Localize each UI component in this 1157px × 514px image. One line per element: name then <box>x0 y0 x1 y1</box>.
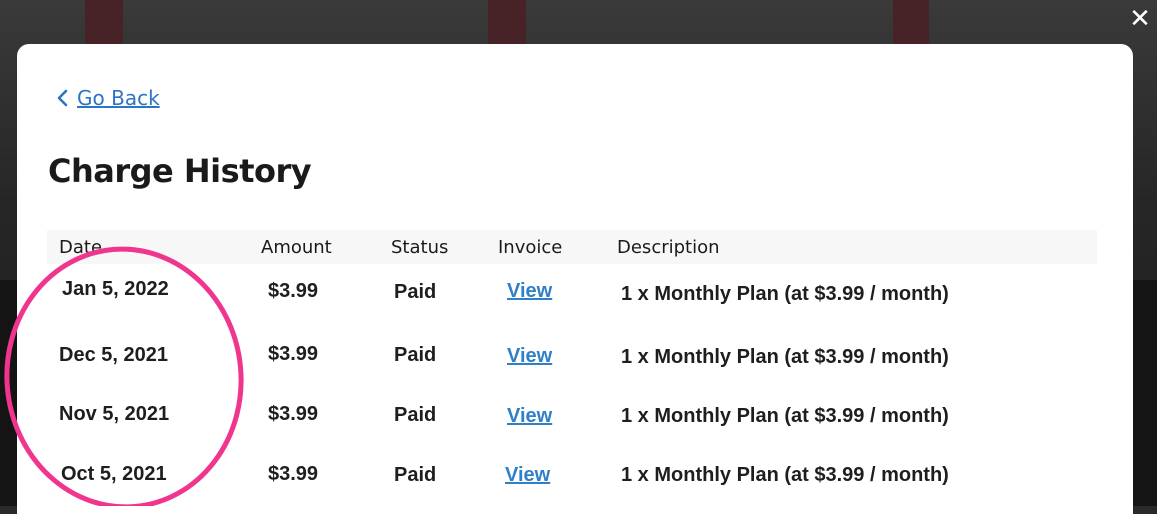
cell-amount: $3.99 <box>268 280 319 302</box>
cell-amount: $3.99 <box>268 343 319 365</box>
cell-description: 1 x Monthly Plan (at $3.99 / month) <box>621 405 949 427</box>
cell-date: Dec 5, 2021 <box>59 344 168 366</box>
column-header-amount: Amount <box>261 237 332 258</box>
cell-status: Paid <box>394 344 437 366</box>
chevron-left-icon <box>57 89 68 107</box>
cell-date: Oct 5, 2021 <box>61 463 167 485</box>
table-header-row <box>47 230 1097 264</box>
cell-status: Paid <box>394 281 437 303</box>
cell-amount: $3.99 <box>268 463 319 485</box>
background-thumbnail <box>85 0 123 46</box>
go-back-label: Go Back <box>77 86 160 110</box>
background-thumbnail <box>893 0 929 46</box>
cell-status: Paid <box>394 464 437 486</box>
column-header-invoice: Invoice <box>498 237 563 258</box>
cell-amount: $3.99 <box>268 403 319 425</box>
charge-history-modal: Go Back Charge History Date Amount Statu… <box>17 44 1133 514</box>
invoice-view-link[interactable]: View <box>507 345 552 368</box>
go-back-link[interactable]: Go Back <box>55 86 160 110</box>
page-title: Charge History <box>48 152 312 190</box>
cell-status: Paid <box>394 404 437 426</box>
cell-description: 1 x Monthly Plan (at $3.99 / month) <box>621 346 949 368</box>
cell-description: 1 x Monthly Plan (at $3.99 / month) <box>621 283 949 305</box>
invoice-view-link[interactable]: View <box>507 280 552 303</box>
invoice-view-link[interactable]: View <box>505 464 550 487</box>
close-icon[interactable]: ✕ <box>1127 6 1153 32</box>
column-header-status: Status <box>391 237 449 258</box>
background-thumbnail <box>488 0 526 46</box>
column-header-date: Date <box>59 237 103 258</box>
cell-date: Nov 5, 2021 <box>59 403 170 425</box>
cell-description: 1 x Monthly Plan (at $3.99 / month) <box>621 464 949 486</box>
column-header-description: Description <box>617 237 720 258</box>
invoice-view-link[interactable]: View <box>507 405 552 428</box>
cell-date: Jan 5, 2022 <box>62 278 169 300</box>
